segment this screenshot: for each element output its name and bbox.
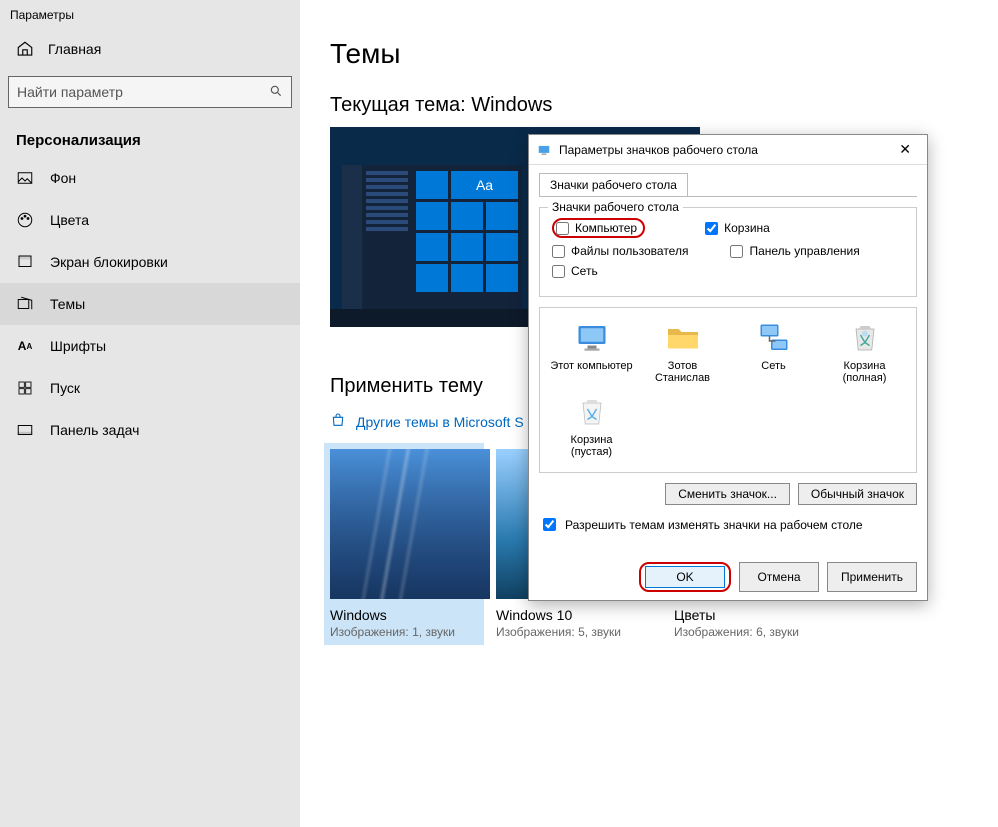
change-icon-button[interactable]: Сменить значок... [665, 483, 790, 505]
nav-label: Цвета [50, 212, 89, 228]
home-link[interactable]: Главная [0, 26, 300, 72]
icon-this-pc[interactable]: Этот компьютер [550, 320, 633, 384]
icon-user-folder[interactable]: Зотов Станислав [641, 320, 724, 384]
dialog-titlebar[interactable]: Параметры значков рабочего стола ✕ [529, 135, 927, 165]
folder-icon [665, 320, 701, 356]
checkbox-network[interactable]: Сеть [552, 264, 598, 278]
nav-label: Экран блокировки [50, 254, 168, 270]
checkbox-userfiles-input[interactable] [552, 245, 565, 258]
sidebar-item-fonts[interactable]: AA Шрифты [0, 325, 300, 367]
theme-sub: Изображения: 1, звуки [330, 625, 478, 639]
icon-recycle-empty[interactable]: Корзина (пустая) [550, 394, 633, 458]
dialog-footer: OK Отмена Применить [529, 554, 927, 600]
checkbox-userfiles[interactable]: Файлы пользователя [552, 244, 688, 258]
nav-label: Темы [50, 296, 85, 312]
theme-name: Windows 10 [496, 607, 656, 623]
cancel-button[interactable]: Отмена [739, 562, 819, 592]
checkbox-recycle-input[interactable] [705, 222, 718, 235]
preview-start-menu: Aa [342, 165, 522, 315]
nav-label: Панель задач [50, 422, 139, 438]
ok-button[interactable]: OK [645, 566, 725, 588]
group-title: Значки рабочего стола [548, 200, 683, 214]
theme-card-windows[interactable]: Windows Изображения: 1, звуки [324, 443, 484, 645]
palette-icon [16, 211, 34, 229]
checkbox-recycle[interactable]: Корзина [705, 218, 770, 238]
nav-label: Фон [50, 170, 76, 186]
allow-themes-input[interactable] [543, 518, 556, 531]
checkbox-computer-input[interactable] [556, 222, 569, 235]
nav-label: Шрифты [50, 338, 106, 354]
sidebar-item-taskbar[interactable]: Панель задач [0, 409, 300, 451]
tab-desktop-icons[interactable]: Значки рабочего стола [539, 173, 688, 196]
preview-aa-tile: Aa [451, 171, 518, 199]
computer-highlight: Компьютер [552, 218, 645, 238]
icons-checkbox-group: Значки рабочего стола Компьютер Корзина … [539, 207, 917, 297]
store-link-label: Другие темы в Microsoft S [356, 414, 524, 430]
settings-sidebar: Параметры Главная Найти параметр Персона… [0, 0, 300, 827]
icon-recycle-full[interactable]: Корзина (полная) [823, 320, 906, 384]
section-title: Персонализация [0, 114, 300, 157]
home-label: Главная [48, 41, 101, 57]
icon-preview-grid: Этот компьютер Зотов Станислав Сеть Корз… [539, 307, 917, 473]
store-icon [330, 412, 346, 431]
allow-themes-checkbox[interactable]: Разрешить темам изменять значки на рабоч… [539, 515, 917, 534]
checkbox-network-input[interactable] [552, 265, 565, 278]
theme-name: Цветы [674, 607, 834, 623]
lockscreen-icon [16, 253, 34, 271]
checkbox-cpanel-input[interactable] [730, 245, 743, 258]
fonts-icon: AA [16, 337, 34, 355]
sidebar-item-themes[interactable]: Темы [0, 283, 300, 325]
dialog-tabs: Значки рабочего стола [539, 173, 917, 197]
current-theme-label: Текущая тема: Windows [330, 94, 968, 117]
page-title: Темы [330, 38, 968, 70]
checkbox-computer[interactable]: Компьютер [556, 221, 637, 235]
nav-label: Пуск [50, 380, 80, 396]
checkbox-cpanel[interactable]: Панель управления [730, 244, 859, 258]
picture-icon [16, 169, 34, 187]
search-icon [269, 84, 283, 101]
computer-icon [574, 320, 610, 356]
network-icon [756, 320, 792, 356]
search-input[interactable]: Найти параметр [8, 76, 292, 108]
sidebar-item-colors[interactable]: Цвета [0, 199, 300, 241]
dialog-icon [537, 143, 551, 157]
close-button[interactable]: ✕ [891, 141, 919, 158]
start-icon [16, 379, 34, 397]
recycle-full-icon [847, 320, 883, 356]
dialog-title: Параметры значков рабочего стола [559, 143, 758, 157]
themes-icon [16, 295, 34, 313]
theme-name: Windows [330, 607, 478, 623]
ok-highlight: OK [639, 562, 731, 592]
recycle-empty-icon [574, 394, 610, 430]
default-icon-button[interactable]: Обычный значок [798, 483, 917, 505]
app-title: Параметры [0, 0, 300, 26]
sidebar-item-background[interactable]: Фон [0, 157, 300, 199]
theme-sub: Изображения: 5, звуки [496, 625, 656, 639]
taskbar-icon [16, 421, 34, 439]
sidebar-item-start[interactable]: Пуск [0, 367, 300, 409]
home-icon [16, 40, 34, 58]
theme-sub: Изображения: 6, звуки [674, 625, 834, 639]
icon-network[interactable]: Сеть [732, 320, 815, 384]
desktop-icons-dialog: Параметры значков рабочего стола ✕ Значк… [528, 134, 928, 601]
sidebar-item-lockscreen[interactable]: Экран блокировки [0, 241, 300, 283]
apply-button[interactable]: Применить [827, 562, 917, 592]
nav-list: Фон Цвета Экран блокировки Темы AA Шрифт… [0, 157, 300, 451]
search-placeholder: Найти параметр [17, 84, 123, 100]
